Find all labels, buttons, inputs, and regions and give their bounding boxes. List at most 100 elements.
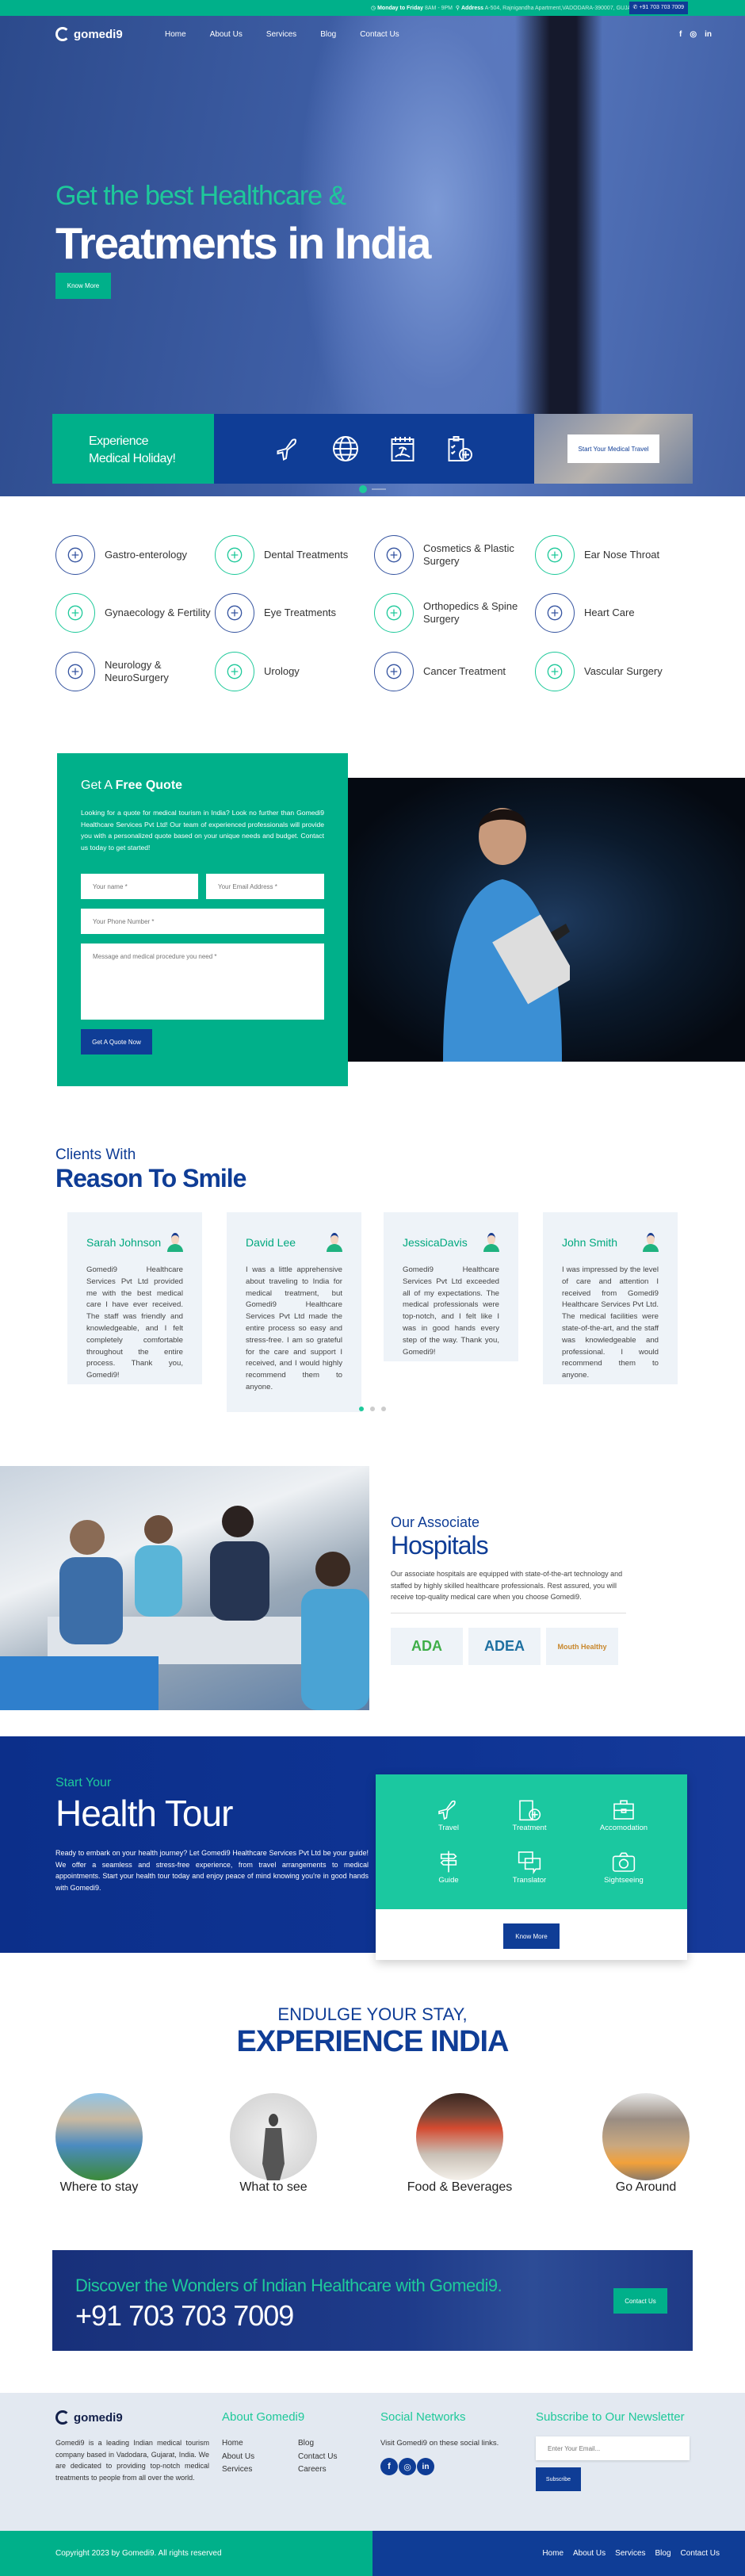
tour-know-more-button[interactable]: Know More	[503, 1923, 560, 1949]
heart-icon	[535, 593, 575, 633]
footer-social-title: Social Networks	[380, 2410, 466, 2424]
footer-link-services[interactable]: Services	[222, 2463, 254, 2477]
testimonial-text: I was impressed by the level of care and…	[562, 1265, 659, 1380]
tour-feature[interactable]: Accomodation	[584, 1797, 663, 1832]
contact-info: ◷ Monday to Friday 8AM - 9PM ⚲ Address A…	[371, 6, 658, 11]
facebook-icon[interactable]: f	[380, 2458, 398, 2475]
logo[interactable]: gomedi9	[55, 27, 123, 41]
testimonial-name: JessicaDavis	[403, 1236, 468, 1249]
newsletter-email-input[interactable]	[536, 2436, 690, 2460]
avatar-icon	[643, 1233, 659, 1252]
linkedin-icon[interactable]: in	[705, 30, 712, 39]
main-nav: Home About Us Services Blog Contact Us	[165, 30, 399, 39]
service-item[interactable]: Eye Treatments	[215, 593, 373, 633]
testimonial-card: Sarah Johnson Gomedi9 Healthcare Services…	[67, 1212, 202, 1384]
name-input[interactable]	[81, 874, 198, 899]
header-social: f ◎ in	[679, 30, 712, 39]
service-item[interactable]: Neurology & NeuroSurgery	[55, 652, 214, 691]
service-item[interactable]: Cosmetics & Plastic Surgery	[374, 535, 533, 575]
subscribe-button[interactable]: Subscribe	[536, 2467, 581, 2491]
bottom-nav-blog[interactable]: Blog	[655, 2549, 671, 2576]
footer-link-careers[interactable]: Careers	[298, 2463, 337, 2477]
ada-logo[interactable]: ADA	[391, 1628, 463, 1665]
service-item[interactable]: Gastro-enterology	[55, 535, 214, 575]
meeting-image	[0, 1466, 369, 1710]
nav-home[interactable]: Home	[165, 30, 186, 39]
tour-feature[interactable]: Treatment	[490, 1797, 569, 1832]
instagram-icon[interactable]: ◎	[399, 2458, 416, 2475]
where-to-stay-image[interactable]	[55, 2093, 143, 2180]
service-item[interactable]: Dental Treatments	[215, 535, 373, 575]
service-item[interactable]: Urology	[215, 652, 373, 691]
bottom-nav-services[interactable]: Services	[615, 2549, 645, 2576]
footer-link-home[interactable]: Home	[222, 2437, 254, 2451]
contact-us-button[interactable]: Contact Us	[613, 2288, 667, 2314]
bottom-nav-contact[interactable]: Contact Us	[681, 2549, 720, 2576]
footer-logo[interactable]: gomedi9	[55, 2410, 123, 2425]
testimonial-card: JessicaDavis Gomedi9 Healthcare Services …	[384, 1212, 518, 1361]
location-pin-icon: ⚲	[455, 6, 460, 11]
food-beverages-image[interactable]	[416, 2093, 503, 2180]
slide-dot-active[interactable]	[359, 485, 367, 493]
message-textarea[interactable]	[81, 944, 324, 1020]
avatar-icon	[327, 1233, 342, 1252]
hospitals-subtitle: Our Associate	[391, 1514, 480, 1530]
what-to-see-image[interactable]	[230, 2093, 317, 2180]
service-item[interactable]: Heart Care	[535, 593, 693, 633]
facebook-icon[interactable]: f	[679, 30, 682, 39]
vascular-icon	[535, 652, 575, 691]
bottom-nav-about[interactable]: About Us	[573, 2549, 606, 2576]
nav-blog[interactable]: Blog	[320, 30, 336, 39]
medical-checklist-icon	[448, 436, 472, 461]
tooth-icon	[215, 535, 254, 575]
nav-about[interactable]: About Us	[210, 30, 243, 39]
phone-button[interactable]: ✆ +91 703 703 7009	[628, 2, 688, 14]
email-input[interactable]	[206, 874, 324, 899]
get-quote-button[interactable]: Get A Quote Now	[81, 1029, 152, 1055]
linkedin-icon[interactable]: in	[417, 2458, 434, 2475]
footer-link-blog[interactable]: Blog	[298, 2437, 337, 2451]
quote-text: Looking for a quote for medical tourism …	[81, 809, 324, 852]
phone-input[interactable]	[81, 909, 324, 934]
kidney-icon	[215, 652, 254, 691]
service-item[interactable]: Vascular Surgery	[535, 652, 693, 691]
adea-logo[interactable]: ADEA	[468, 1628, 541, 1665]
camera-icon	[612, 1852, 636, 1872]
travel-image: Start Your Medical Travel	[534, 414, 693, 484]
what-to-see-label[interactable]: What to see	[202, 2180, 345, 2195]
tour-feature[interactable]: Guide	[409, 1849, 488, 1885]
bottom-nav-home[interactable]: Home	[542, 2549, 564, 2576]
footer-link-contact[interactable]: Contact Us	[298, 2451, 337, 2464]
service-item[interactable]: Gynaecology & Fertility	[55, 593, 214, 633]
page-dot[interactable]	[370, 1407, 375, 1411]
page-dot-active[interactable]	[359, 1407, 364, 1411]
tour-feature[interactable]: Travel	[409, 1797, 488, 1832]
start-medical-travel-button[interactable]: Start Your Medical Travel	[567, 434, 659, 463]
go-around-image[interactable]	[602, 2093, 690, 2180]
testimonial-text: I was a little apprehensive about travel…	[246, 1265, 342, 1391]
page-dot[interactable]	[381, 1407, 386, 1411]
tour-feature[interactable]: Translator	[490, 1849, 569, 1885]
testimonial-card: John Smith I was impressed by the level o…	[543, 1212, 678, 1384]
nav-services[interactable]: Services	[266, 30, 296, 39]
tour-feature[interactable]: Sightseeing	[584, 1849, 663, 1885]
mouth-healthy-logo[interactable]: Mouth Healthy	[546, 1628, 618, 1665]
logo-icon	[55, 27, 70, 41]
face-icon	[374, 535, 414, 575]
footer-link-about[interactable]: About Us	[222, 2451, 254, 2464]
service-item[interactable]: Orthopedics & Spine Surgery	[374, 593, 533, 633]
avatar-icon	[167, 1233, 183, 1252]
experience-subtitle: ENDULGE YOUR STAY,	[277, 2004, 468, 2024]
service-item[interactable]: Cancer Treatment	[374, 652, 533, 691]
where-to-stay-label[interactable]: Where to stay	[28, 2180, 170, 2195]
slide-dot[interactable]	[372, 488, 386, 490]
nav-contact[interactable]: Contact Us	[360, 30, 399, 39]
service-item[interactable]: Ear Nose Throat	[535, 535, 693, 575]
instagram-icon[interactable]: ◎	[690, 30, 697, 39]
go-around-label[interactable]: Go Around	[575, 2180, 717, 2195]
chat-bubbles-icon	[518, 1851, 541, 1874]
know-more-button[interactable]: Know More	[55, 273, 111, 299]
copyright: Copyright 2023 by Gomedi9. All rights re…	[0, 2531, 372, 2576]
food-beverages-label[interactable]: Food & Beverages	[388, 2180, 531, 2195]
tour-title: Health Tour	[55, 1793, 233, 1834]
